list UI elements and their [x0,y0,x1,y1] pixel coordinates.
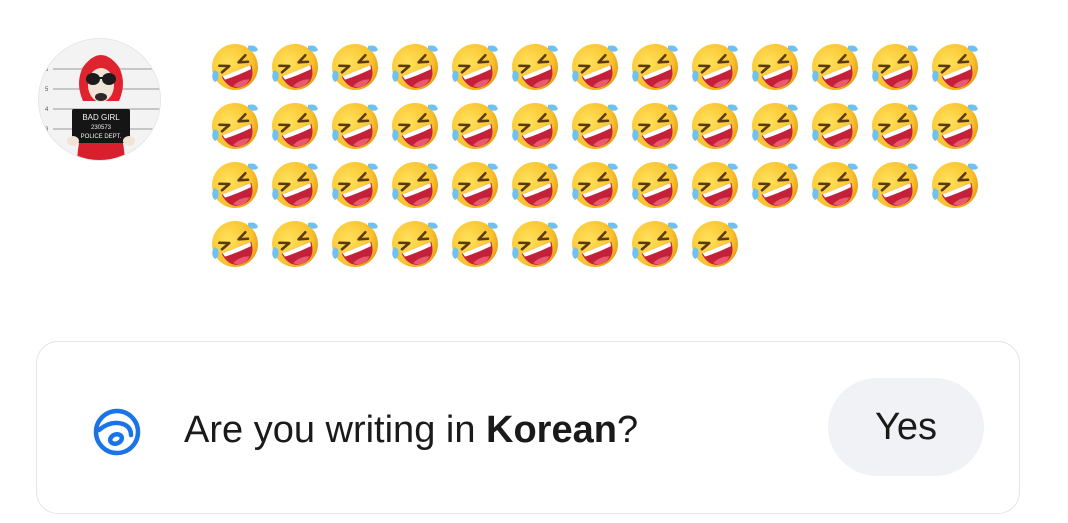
laughing-emoji [452,162,498,208]
laughing-emoji [212,162,258,208]
laughing-emoji [632,103,678,149]
laughing-emoji [212,221,258,267]
laughing-emoji [212,103,258,149]
laughing-emoji [632,162,678,208]
laughing-emoji [332,44,378,90]
laughing-emoji [392,103,438,149]
detected-language: Korean [486,409,617,451]
laughing-emoji [332,162,378,208]
laughing-emoji [872,44,918,90]
prompt-suffix: ? [616,409,639,451]
prompt-prefix: Are you writing in [184,409,487,451]
laughing-emoji [812,103,858,149]
laughing-emoji [392,221,438,267]
sign-text: POLICE DEPT. [81,134,122,140]
avatar-image: 6 5 4 3 BAD GIRL 230573 POLICE DEPT. [39,39,160,160]
laughing-emoji [692,221,738,267]
emoji-message[interactable] [208,40,998,271]
laughing-emoji [452,103,498,149]
laughing-emoji [512,221,558,267]
laughing-emoji [512,44,558,90]
laughing-emoji [572,162,618,208]
laughing-emoji [572,103,618,149]
laughing-emoji [632,44,678,90]
laughing-emoji [512,103,558,149]
avatar[interactable]: 6 5 4 3 BAD GIRL 230573 POLICE DEPT. [38,38,161,161]
laughing-emoji [872,103,918,149]
laughing-emoji [932,103,978,149]
laughing-emoji [812,44,858,90]
laughing-emoji [452,221,498,267]
sign-text: BAD GIRL [82,113,120,122]
laughing-emoji [332,221,378,267]
laughing-emoji [932,44,978,90]
laughing-emoji [272,162,318,208]
laughing-emoji [752,44,798,90]
laughing-emoji [692,162,738,208]
laughing-emoji [572,221,618,267]
yes-button[interactable]: Yes [828,378,984,476]
laughing-emoji [632,221,678,267]
chat-view: 6 5 4 3 BAD GIRL 230573 POLICE DEPT. Are… [0,0,1068,523]
laughing-emoji [572,44,618,90]
laughing-emoji [212,44,258,90]
laughing-emoji [812,162,858,208]
laughing-emoji [692,103,738,149]
sign-text: 230573 [91,125,112,131]
laughing-emoji [872,162,918,208]
language-prompt-text: Are you writing in Korean? [184,404,638,456]
laughing-emoji [512,162,558,208]
laughing-emoji [752,162,798,208]
laughing-emoji [332,103,378,149]
laughing-emoji [392,162,438,208]
language-suggestion-card: Are you writing in Korean? Yes [36,341,1020,514]
laughing-emoji [752,103,798,149]
laughing-emoji [392,44,438,90]
laughing-emoji [932,162,978,208]
laughing-emoji [272,221,318,267]
translate-icon [93,408,141,456]
laughing-emoji [272,103,318,149]
laughing-emoji [692,44,738,90]
laughing-emoji [272,44,318,90]
laughing-emoji [452,44,498,90]
